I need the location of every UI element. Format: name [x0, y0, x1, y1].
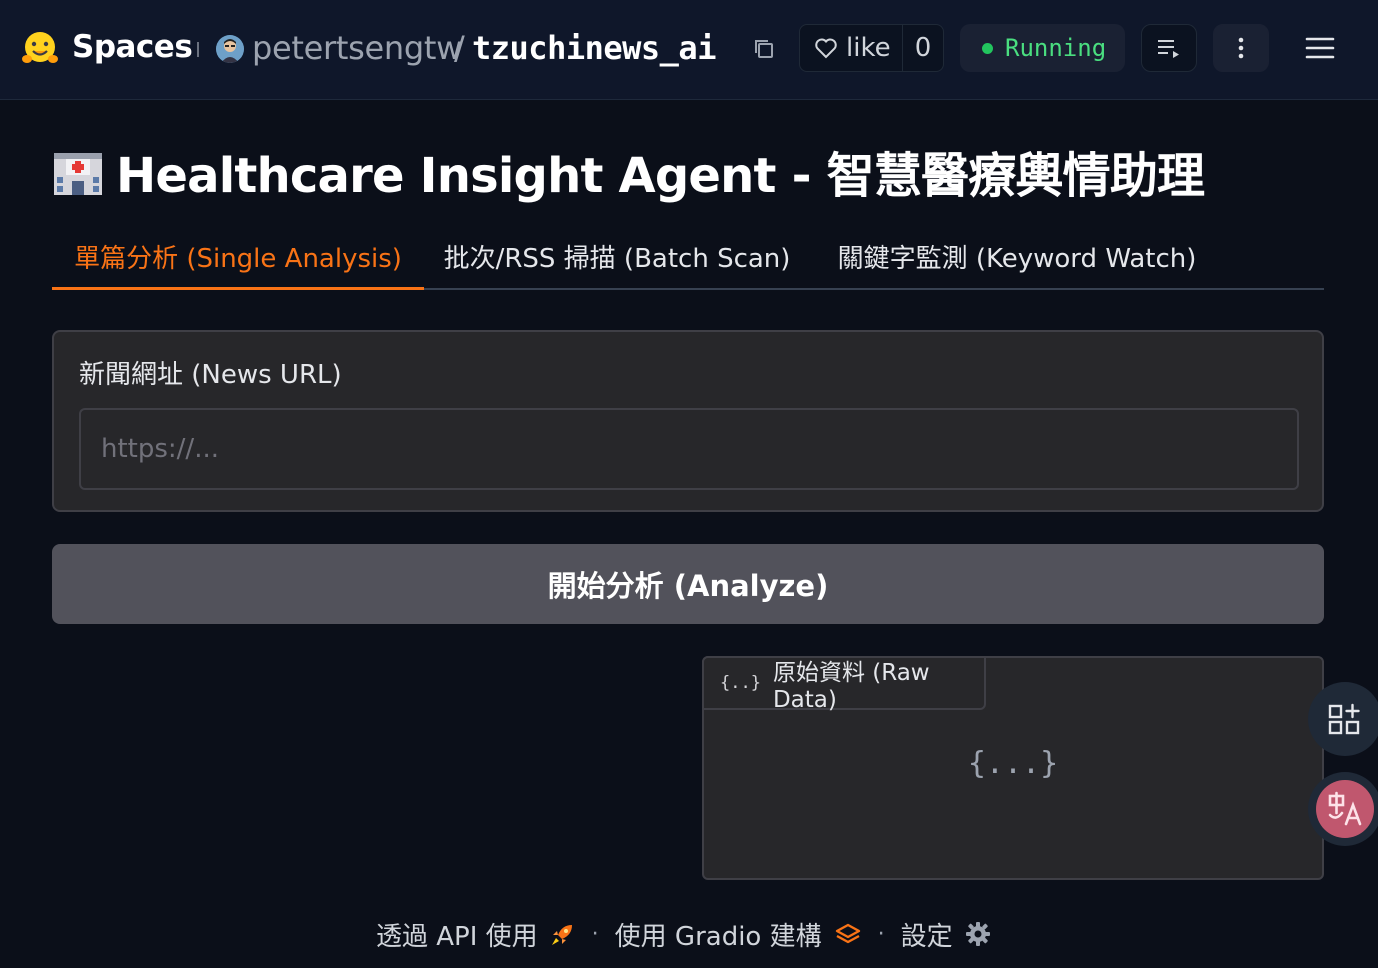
tab-bar: 單篇分析 (Single Analysis) 批次/RSS 掃描 (Batch …	[52, 230, 1324, 290]
tab-single-analysis[interactable]: 單篇分析 (Single Analysis)	[52, 230, 424, 290]
hamburger-menu-icon[interactable]	[1305, 36, 1335, 60]
page-title-text: Healthcare Insight Agent - 智慧醫療輿情助理	[116, 148, 1205, 204]
gradio-logo-icon	[835, 923, 860, 944]
spaces-link[interactable]: Spaces	[72, 29, 193, 65]
vertical-dots-icon	[1238, 37, 1244, 59]
tab-keyword-watch[interactable]: 關鍵字監測 (Keyword Watch)	[832, 230, 1202, 288]
raw-data-panel: {..} 原始資料 (Raw Data) {...}	[702, 656, 1324, 880]
rocket-icon	[551, 925, 572, 945]
logs-list-icon	[1158, 40, 1179, 58]
raw-data-empty-placeholder: {...}	[967, 746, 1059, 781]
status-badge[interactable]: Running	[960, 24, 1125, 72]
tab-batch-scan[interactable]: 批次/RSS 掃描 (Batch Scan)	[442, 230, 792, 288]
analyze-button[interactable]: 開始分析 (Analyze)	[52, 544, 1324, 624]
status-dot-icon	[982, 42, 993, 54]
like-count[interactable]: 0	[903, 33, 943, 63]
hf-top-bar: Spaces petertsengtw / tzuchinews_ai like…	[0, 0, 1378, 100]
apps-widget-button[interactable]	[1308, 682, 1378, 756]
footer-separator: ·	[591, 921, 599, 947]
owner-avatar[interactable]	[216, 35, 244, 63]
footer: 透過 API 使用 · 使用 Gradio 建構 · 設定	[376, 914, 991, 954]
logs-button[interactable]	[1141, 24, 1197, 72]
owner-link[interactable]: petertsengtw	[252, 29, 462, 67]
use-via-api-link[interactable]: 透過 API 使用	[376, 916, 538, 953]
divider	[197, 42, 199, 57]
footer-separator: ·	[877, 921, 885, 947]
path-separator: /	[454, 29, 465, 67]
gear-icon[interactable]	[965, 921, 991, 947]
like-label: like	[846, 33, 891, 63]
news-url-input[interactable]	[79, 408, 1299, 490]
page-title: Healthcare Insight Agent - 智慧醫療輿情助理	[52, 136, 1205, 206]
copy-icon[interactable]	[752, 37, 776, 61]
like-label-wrap[interactable]: like	[800, 25, 903, 71]
status-text: Running	[1005, 34, 1107, 62]
built-with-gradio-link[interactable]: 使用 Gradio 建構	[615, 916, 822, 953]
apps-sparkle-icon	[1328, 703, 1360, 735]
translate-widget-button[interactable]	[1308, 772, 1378, 846]
url-input-panel: 新聞網址 (News URL)	[52, 330, 1324, 512]
url-label: 新聞網址 (News URL)	[79, 360, 342, 390]
repo-name-link[interactable]: tzuchinews_ai	[472, 29, 716, 67]
json-braces-icon: {..}	[720, 673, 761, 693]
heart-icon	[815, 38, 837, 59]
hospital-icon	[54, 153, 102, 195]
settings-link[interactable]: 設定	[901, 916, 953, 953]
raw-data-label: 原始資料 (Raw Data)	[772, 660, 930, 713]
hugging-face-logo-icon[interactable]	[20, 28, 60, 68]
translate-icon	[1316, 780, 1374, 838]
raw-data-tab[interactable]: {..} 原始資料 (Raw Data)	[702, 656, 986, 713]
more-options-button[interactable]	[1213, 24, 1269, 72]
like-button[interactable]: like 0	[799, 24, 944, 72]
